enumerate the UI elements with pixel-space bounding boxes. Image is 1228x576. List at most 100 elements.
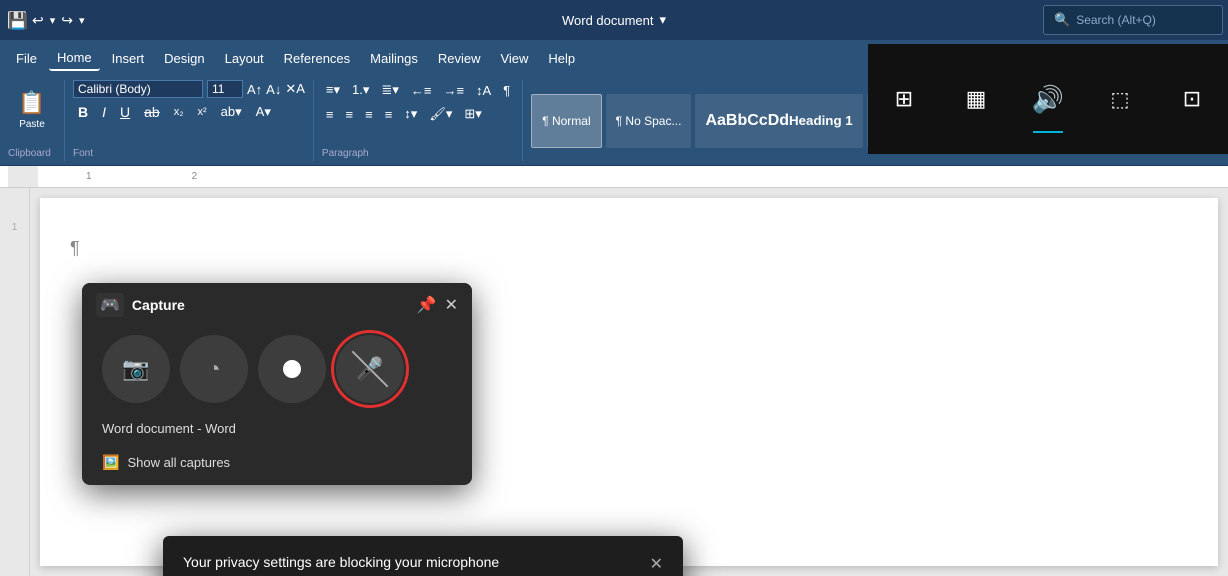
pin-icon[interactable]: 📌 (417, 295, 437, 315)
align-left-button[interactable]: ≡ (322, 105, 338, 124)
capture-header-icons: 📌 ✕ (417, 295, 458, 315)
justify-button[interactable]: ≡ (381, 105, 397, 124)
capture-buttons: 📷 ◔ 🎤 (82, 327, 472, 417)
style-heading1-button[interactable]: AaBbCcDdHeading 1 (695, 94, 862, 148)
style-normal-button[interactable]: ¶ Normal (531, 94, 601, 148)
multilevel-button[interactable]: ≣▾ (377, 80, 402, 100)
ruler-mark-1: 1 (86, 171, 92, 182)
clipboard-label: Clipboard (8, 148, 51, 161)
search-bar[interactable]: 🔍 Search (Alt+Q) (1043, 5, 1223, 35)
menu-mailings[interactable]: Mailings (362, 47, 426, 70)
gif-icon: ◔ (207, 356, 220, 382)
capture-gif-button[interactable]: ◔ (180, 335, 248, 403)
align-right-button[interactable]: ≡ (361, 105, 377, 124)
ribbon-group-paragraph: ≡▾ 1.▾ ≣▾ ←≡ →≡ ↕A ¶ ≡ ≡ ≡ ≡ ↕▾ 🖌▾ ⊞▾ Pa… (322, 80, 523, 161)
numbering-button[interactable]: 1.▾ (348, 80, 373, 100)
menu-view[interactable]: View (492, 47, 536, 70)
capture-show-all-button[interactable]: 🖼️ Show all captures (82, 446, 472, 485)
bold-button[interactable]: B (73, 102, 93, 122)
paragraph-mark: ¶ (70, 238, 1188, 259)
paste-icon: 📋 (18, 90, 45, 116)
more-icon: ⊡ (1174, 81, 1210, 117)
font-grow-icon[interactable]: A↑ (247, 82, 262, 97)
strikethrough-button[interactable]: ab (139, 102, 165, 122)
style-no-spacing-button[interactable]: ¶ No Spac... (606, 94, 692, 148)
highlight-button[interactable]: ab▾ (216, 102, 247, 122)
xbox-bar-item-more[interactable]: ⊡ (1158, 59, 1226, 139)
ruler: 1 2 (0, 166, 1228, 188)
title-bar-left: 💾 ↩ ▾ ↪ ▾ (8, 11, 85, 29)
quick-access-dropdown-icon[interactable]: ▾ (79, 14, 85, 27)
undo-dropdown-icon[interactable]: ▾ (50, 14, 56, 27)
title-bar-title: Word document ▾ (562, 12, 666, 28)
notification-popup: Your privacy settings are blocking your … (163, 536, 683, 576)
menu-home[interactable]: Home (49, 46, 100, 71)
menu-design[interactable]: Design (156, 47, 212, 70)
align-center-button[interactable]: ≡ (342, 105, 358, 124)
capture-header: 🎮 Capture 📌 ✕ (82, 283, 472, 327)
menu-review[interactable]: Review (430, 47, 489, 70)
line-spacing-button[interactable]: ↕▾ (400, 104, 421, 124)
undo-icon[interactable]: ↩ (32, 12, 44, 29)
capture-title: 🎮 Capture (96, 293, 185, 317)
page-number: 1 (12, 222, 18, 233)
borders-button[interactable]: ⊞▾ (460, 104, 485, 124)
menu-references[interactable]: References (276, 47, 358, 70)
decrease-indent-button[interactable]: ←≡ (407, 81, 436, 100)
font-group-label: Font (73, 148, 93, 161)
menu-help[interactable]: Help (540, 47, 583, 70)
ribbon-group-font: A↑ A↓ ✕A B I U ab x₂ x² ab▾ A▾ Font (73, 80, 314, 161)
notification-title: Your privacy settings are blocking your … (183, 554, 499, 570)
xbox-bar-item-screenshot[interactable]: ⬚ (1086, 59, 1154, 139)
underline-button[interactable]: U (115, 102, 135, 122)
font-shrink-icon[interactable]: A↓ (266, 82, 281, 97)
notification-close-button[interactable]: ✕ (650, 554, 663, 574)
ribbon-group-clipboard: 📋 Paste Clipboard (8, 80, 65, 161)
shading-button[interactable]: 🖌▾ (425, 104, 456, 124)
increase-indent-button[interactable]: →≡ (439, 81, 468, 100)
capture-app-icon: 🎮 (96, 293, 124, 317)
sort-button[interactable]: ↕A (472, 81, 495, 100)
show-all-label: Show all captures (127, 455, 230, 470)
para-row1: ≡▾ 1.▾ ≣▾ ←≡ →≡ ↕A ¶ (322, 80, 514, 100)
ruler-body: 1 2 (38, 166, 1220, 187)
paste-button[interactable]: 📋 Paste (8, 80, 56, 140)
screenshot-icon: ⬚ (1102, 81, 1138, 117)
font-size-input[interactable] (207, 80, 243, 98)
xbox-bar-item-volume[interactable]: 🔊 (1014, 59, 1082, 139)
notification-header: Your privacy settings are blocking your … (183, 554, 663, 574)
xbox-bar-item-widget[interactable]: ▦ (942, 59, 1010, 139)
title-bar-right: 🔍 Search (Alt+Q) (1038, 0, 1228, 40)
widget-icon: ▦ (958, 81, 994, 117)
font-name-input[interactable] (73, 80, 203, 98)
xbox-bar-item-xbox[interactable]: ⊞ (870, 59, 938, 139)
xbox-icon: ⊞ (886, 81, 922, 117)
camera-icon: 📷 (122, 356, 149, 382)
close-icon[interactable]: ✕ (445, 295, 458, 315)
para-row2: ≡ ≡ ≡ ≡ ↕▾ 🖌▾ ⊞▾ (322, 104, 486, 124)
capture-window-label: Word document - Word (82, 417, 472, 446)
volume-icon: 🔊 (1030, 81, 1066, 117)
font-color-button[interactable]: A▾ (251, 102, 276, 122)
save-icon[interactable]: 💾 (8, 11, 26, 29)
clear-format-icon[interactable]: ✕A (285, 81, 305, 97)
capture-record-button[interactable] (258, 335, 326, 403)
show-all-icon: 🖼️ (102, 454, 119, 471)
bullets-button[interactable]: ≡▾ (322, 80, 344, 100)
redo-icon[interactable]: ↪ (61, 12, 73, 29)
italic-button[interactable]: I (97, 102, 111, 122)
document-title: Word document (562, 13, 654, 28)
font-row2: B I U ab x₂ x² ab▾ A▾ (73, 102, 276, 122)
show-marks-button[interactable]: ¶ (499, 81, 514, 100)
subscript-button[interactable]: x₂ (169, 104, 189, 120)
menu-insert[interactable]: Insert (104, 47, 153, 70)
capture-screenshot-button[interactable]: 📷 (102, 335, 170, 403)
superscript-button[interactable]: x² (193, 104, 212, 120)
ruler-mark-2: 2 (192, 171, 198, 182)
menu-file[interactable]: File (8, 47, 45, 70)
search-icon: 🔍 (1054, 12, 1070, 28)
menu-layout[interactable]: Layout (217, 47, 272, 70)
font-row1: A↑ A↓ ✕A (73, 80, 305, 98)
title-dropdown-icon[interactable]: ▾ (660, 12, 667, 28)
capture-mic-button[interactable]: 🎤 (336, 335, 404, 403)
